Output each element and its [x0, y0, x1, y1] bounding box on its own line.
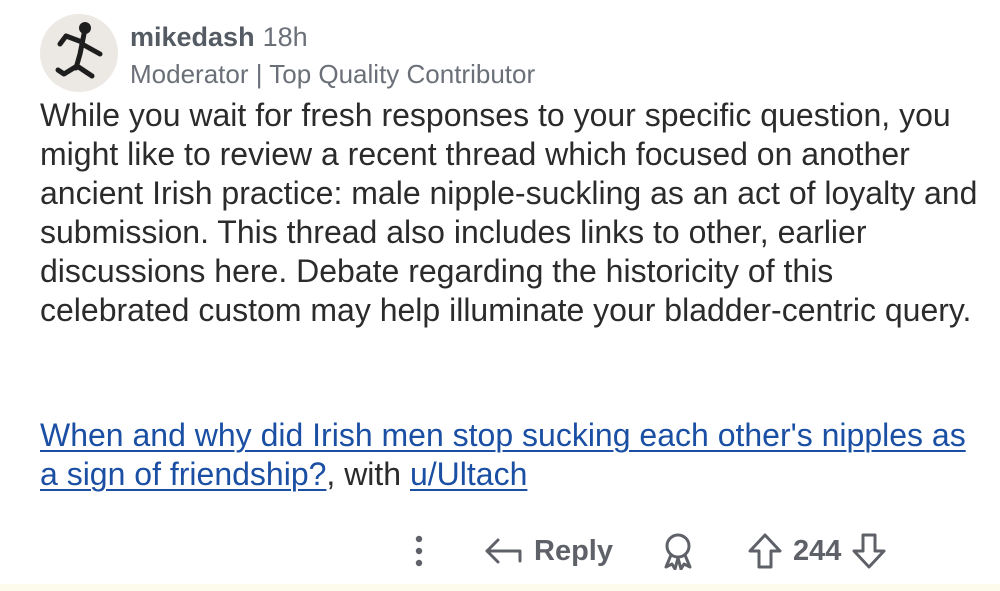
vote-score: 244 [792, 534, 842, 567]
vertical-ellipsis-icon [415, 535, 423, 567]
reply-arrow-icon [485, 538, 522, 564]
vote-group: 244 [747, 532, 887, 570]
reply-button[interactable]: Reply [484, 535, 613, 568]
comment-body: While you wait for fresh responses to yo… [40, 96, 990, 330]
avatar[interactable] [40, 14, 118, 92]
downvote-arrow-icon[interactable] [851, 532, 887, 570]
username[interactable]: mikedash [130, 20, 255, 54]
more-options-button[interactable] [400, 534, 438, 568]
comment-links: When and why did Irish men stop sucking … [40, 416, 990, 494]
stick-figure-icon [55, 22, 103, 79]
comment: mikedash 18h Moderator | Top Quality Con… [0, 0, 1000, 591]
reply-label: Reply [534, 534, 613, 567]
comment-age: 18h [262, 22, 308, 52]
comment-text: While you wait for fresh responses to yo… [40, 97, 978, 328]
award-button[interactable] [661, 532, 695, 570]
user-flair: Moderator | Top Quality Contributor [130, 59, 536, 89]
comment-header: mikedash 18h Moderator | Top Quality Con… [40, 14, 535, 92]
link-separator: , with [326, 456, 410, 492]
user-link[interactable]: u/Ultach [410, 456, 527, 492]
comment-meta: mikedash 18h Moderator | Top Quality Con… [130, 20, 535, 92]
divider [0, 584, 1000, 591]
upvote-arrow-icon[interactable] [747, 532, 783, 570]
award-icon [664, 533, 692, 570]
comment-actions: Reply 244 [400, 528, 887, 574]
